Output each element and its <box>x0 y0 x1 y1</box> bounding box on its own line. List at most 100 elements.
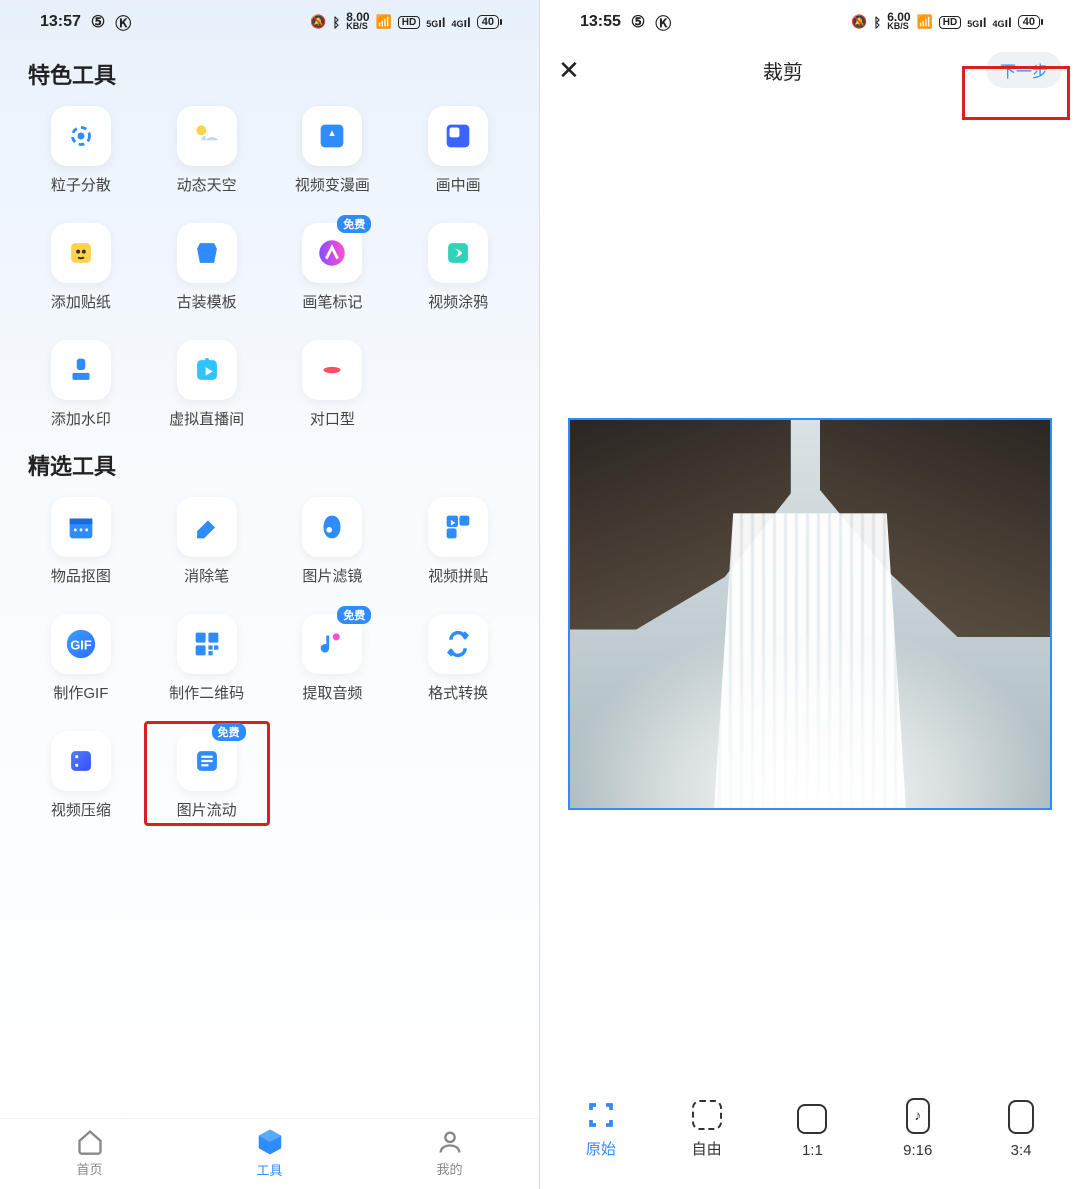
signal-4g: 4Gıl <box>993 15 1012 30</box>
tool-tile: GIF <box>51 614 111 674</box>
hd-badge: HD <box>398 16 420 29</box>
tool-label: 虚拟直播间 <box>169 408 244 429</box>
swirl-icon: ⑤ <box>631 12 645 32</box>
tool-视频涂鸦[interactable]: 视频涂鸦 <box>401 223 515 312</box>
swirl-icon: ⑤ <box>91 12 105 32</box>
tool-对口型[interactable]: 对口型 <box>276 340 390 429</box>
wifi-icon: 📶 <box>376 14 392 30</box>
tool-tile <box>177 106 237 166</box>
selected-tools-grid: 物品抠图消除笔图片滤镜视频拼贴GIF制作GIF制作二维码免费提取音频格式转换视频… <box>0 493 539 820</box>
clock: 13:57 <box>40 13 81 31</box>
tool-tile <box>428 614 488 674</box>
tool-label: 制作二维码 <box>169 682 244 703</box>
featured-tools-grid: 粒子分散 动态天空视频变漫画 画中画添加贴纸 古装模板 免费画笔标记视频涂鸦添加水印 虚拟… <box>0 102 539 429</box>
tab-tools-label: 工具 <box>256 1160 282 1179</box>
tool-制作GIF[interactable]: GIF 制作GIF <box>24 614 138 703</box>
tool-tile <box>177 614 237 674</box>
tool-tile <box>302 497 362 557</box>
tool-古装模板[interactable]: 古装模板 <box>150 223 264 312</box>
tool-tile <box>177 223 237 283</box>
tool-添加贴纸[interactable]: 添加贴纸 <box>24 223 138 312</box>
crop-title: 裁剪 <box>763 56 803 85</box>
free-badge: 免费 <box>212 723 246 741</box>
tool-动态天空[interactable]: 动态天空 <box>150 106 264 195</box>
ratio-shape <box>797 1104 827 1134</box>
close-icon[interactable]: ✕ <box>558 55 580 86</box>
tool-label: 视频压缩 <box>51 799 111 820</box>
ratio-原始[interactable]: 原始 <box>586 1100 616 1159</box>
tool-tile <box>428 223 488 283</box>
tool-格式转换[interactable]: 格式转换 <box>401 614 515 703</box>
tool-tile <box>51 106 111 166</box>
tool-画笔标记[interactable]: 免费画笔标记 <box>276 223 390 312</box>
signal-4g: 4Gıl <box>452 15 471 30</box>
tool-虚拟直播间[interactable]: 虚拟直播间 <box>150 340 264 429</box>
tool-消除笔[interactable]: 消除笔 <box>150 497 264 586</box>
bluetooth-icon: ᛒ <box>873 15 881 30</box>
section-title-featured: 特色工具 <box>0 38 539 102</box>
ratio-label: 9:16 <box>903 1142 932 1159</box>
tool-添加水印[interactable]: 添加水印 <box>24 340 138 429</box>
tool-视频拼贴[interactable]: 视频拼贴 <box>401 497 515 586</box>
tool-制作二维码[interactable]: 制作二维码 <box>150 614 264 703</box>
ratio-shape <box>1008 1100 1034 1134</box>
tool-label: 古装模板 <box>177 291 237 312</box>
tool-图片流动[interactable]: 免费图片流动 <box>150 731 264 820</box>
tool-label: 消除笔 <box>184 565 229 586</box>
mute-icon: 🔕 <box>310 14 326 30</box>
signal-5g: 5Gıl <box>426 15 445 30</box>
tool-tile <box>51 223 111 283</box>
tool-tile <box>428 106 488 166</box>
tab-me[interactable]: 我的 <box>436 1128 464 1178</box>
ratio-label: 1:1 <box>802 1142 823 1159</box>
circle-k-icon: Ⓚ <box>655 10 671 34</box>
tool-视频变漫画[interactable]: 视频变漫画 <box>276 106 390 195</box>
tool-图片滤镜[interactable]: 图片滤镜 <box>276 497 390 586</box>
crop-image[interactable] <box>568 418 1052 810</box>
tab-home-label: 首页 <box>76 1159 102 1178</box>
tool-label: 对口型 <box>310 408 355 429</box>
tool-tile <box>177 340 237 400</box>
tool-tile <box>428 497 488 557</box>
tool-提取音频[interactable]: 免费提取音频 <box>276 614 390 703</box>
tool-label: 粒子分散 <box>51 174 111 195</box>
free-badge: 免费 <box>337 215 371 233</box>
signal-5g: 5Gıl <box>967 15 986 30</box>
tool-label: 提取音频 <box>302 682 362 703</box>
clock: 13:55 <box>580 13 621 31</box>
tool-label: 添加水印 <box>51 408 111 429</box>
tool-label: 视频涂鸦 <box>428 291 488 312</box>
person-icon <box>436 1128 464 1156</box>
tool-物品抠图[interactable]: 物品抠图 <box>24 497 138 586</box>
tool-label: 添加贴纸 <box>51 291 111 312</box>
tab-me-label: 我的 <box>436 1159 462 1178</box>
cube-icon <box>255 1127 285 1157</box>
ratio-bar: 原始 自由 1:1 ♪9:16 3:4 <box>540 1082 1080 1189</box>
tool-label: 画中画 <box>436 174 481 195</box>
tab-home[interactable]: 首页 <box>76 1128 104 1178</box>
tool-tile <box>51 731 111 791</box>
next-button[interactable]: 下一步 <box>986 52 1062 88</box>
bluetooth-icon: ᛒ <box>332 15 340 30</box>
crop-canvas[interactable] <box>540 96 1080 1082</box>
ratio-9:16[interactable]: ♪9:16 <box>903 1098 932 1159</box>
ratio-3:4[interactable]: 3:4 <box>1008 1100 1034 1159</box>
tool-tile <box>302 340 362 400</box>
tool-画中画[interactable]: 画中画 <box>401 106 515 195</box>
tool-tile <box>51 340 111 400</box>
tool-视频压缩[interactable]: 视频压缩 <box>24 731 138 820</box>
ratio-1:1[interactable]: 1:1 <box>797 1104 827 1159</box>
tab-tools[interactable]: 工具 <box>255 1127 285 1179</box>
ratio-自由[interactable]: 自由 <box>692 1100 722 1159</box>
ratio-label: 原始 <box>586 1138 616 1159</box>
tool-label: 视频拼贴 <box>428 565 488 586</box>
battery: 40 <box>477 15 499 29</box>
svg-text:GIF: GIF <box>70 638 91 653</box>
battery: 40 <box>1018 15 1040 29</box>
tool-粒子分散[interactable]: 粒子分散 <box>24 106 138 195</box>
ratio-shape <box>692 1100 722 1130</box>
tool-label: 视频变漫画 <box>295 174 370 195</box>
tool-label: 制作GIF <box>53 682 108 703</box>
tool-label: 图片滤镜 <box>302 565 362 586</box>
status-bar: 13:55 ⑤ Ⓚ 🔕 ᛒ 6.00KB/S 📶 HD 5Gıl 4Gıl 40 <box>540 0 1080 38</box>
